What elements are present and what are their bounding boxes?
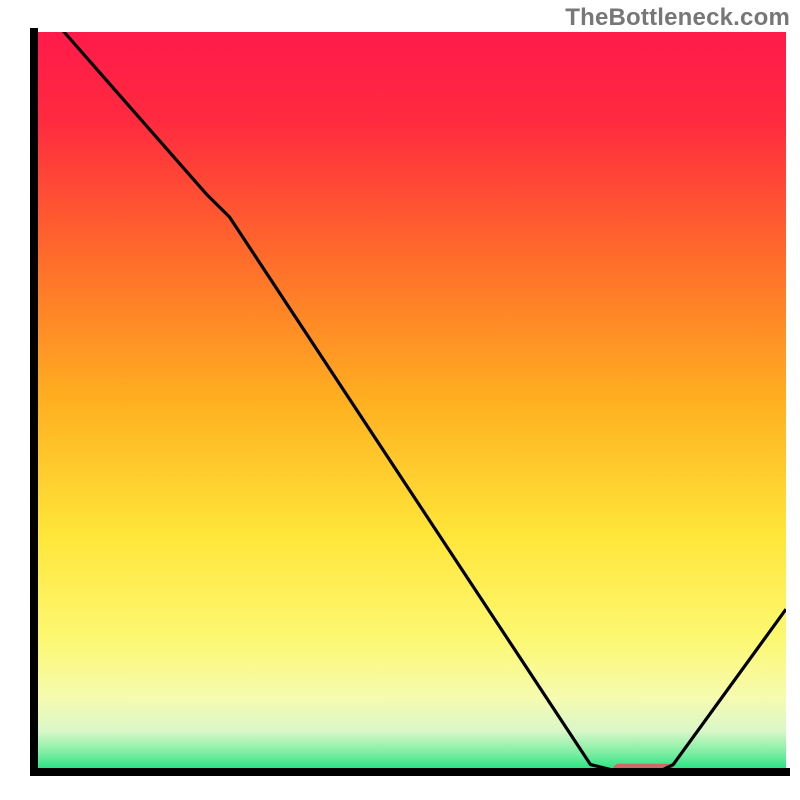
watermark-text: TheBottleneck.com — [565, 4, 790, 32]
bottleneck-chart — [0, 0, 800, 800]
plot-background — [34, 32, 786, 772]
chart-container: TheBottleneck.com — [0, 0, 800, 800]
